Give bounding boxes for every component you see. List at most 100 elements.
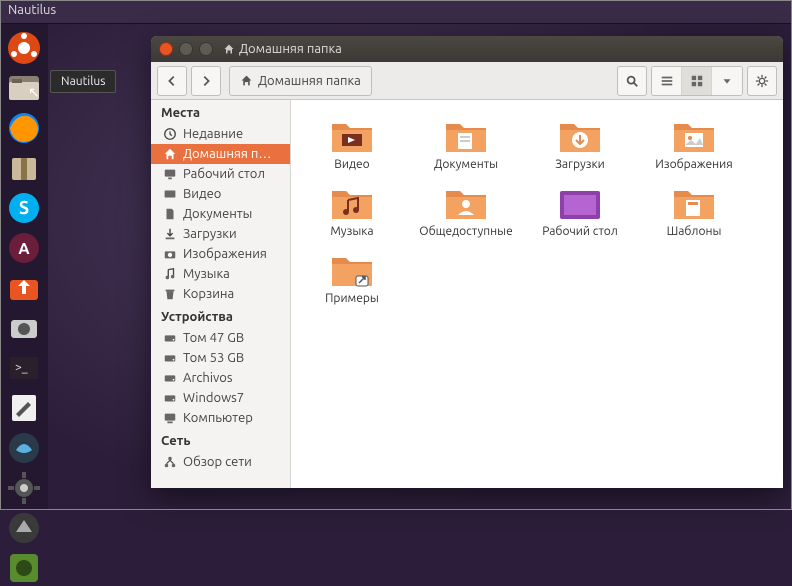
network-icon	[163, 455, 177, 469]
launcher-updates[interactable]: A	[4, 230, 44, 266]
launcher-firefox[interactable]	[4, 110, 44, 146]
view-mode-group	[651, 66, 743, 96]
sidebar-item-label: Музыка	[183, 267, 230, 281]
folder-video[interactable]: Видео	[305, 114, 399, 171]
sidebar-item-computer[interactable]: Компьютер	[151, 408, 290, 428]
folder-icon	[670, 181, 718, 221]
sidebar-item-drive[interactable]: Windows7	[151, 388, 290, 408]
launcher-settings[interactable]	[4, 470, 44, 506]
launcher-screenshot[interactable]	[4, 310, 44, 346]
folder-label: Видео	[334, 158, 369, 171]
launcher-dash[interactable]	[4, 30, 44, 66]
sidebar: Места Недавние Домашняя п… Рабочий стол Вид…	[151, 100, 291, 488]
sidebar-item-label: Рабочий стол	[183, 167, 265, 181]
folder-download[interactable]: Загрузки	[533, 114, 627, 171]
sidebar-item-label: Недавние	[183, 127, 243, 141]
folder-label: Общедоступные	[419, 225, 512, 238]
sidebar-header-network: Сеть	[151, 428, 290, 452]
folder-public[interactable]: Общедоступные	[419, 181, 513, 238]
search-button[interactable]	[617, 66, 647, 96]
drive-icon	[163, 351, 177, 365]
sidebar-item-music[interactable]: Музыка	[151, 264, 290, 284]
launcher-app-grey[interactable]	[4, 510, 44, 546]
launcher-editor[interactable]	[4, 390, 44, 426]
folder-image[interactable]: Изображения	[647, 114, 741, 171]
home-icon	[223, 43, 235, 55]
sidebar-item-camera[interactable]: Изображения	[151, 244, 290, 264]
home-icon	[240, 74, 253, 87]
forward-button[interactable]	[191, 66, 221, 96]
sidebar-item-download[interactable]: Загрузки	[151, 224, 290, 244]
folder-music[interactable]: Музыка	[305, 181, 399, 238]
doc-icon	[163, 207, 177, 221]
breadcrumb[interactable]: Домашняя папка	[229, 66, 372, 96]
sidebar-header-devices: Устройства	[151, 304, 290, 328]
window-close-button[interactable]	[159, 42, 173, 56]
sidebar-item-drive[interactable]: Том 47 GB	[151, 328, 290, 348]
folder-desktop[interactable]: Рабочий стол	[533, 181, 627, 238]
sidebar-item-clock[interactable]: Недавние	[151, 124, 290, 144]
drive-icon	[163, 331, 177, 345]
window-titlebar: Домашняя папка	[151, 36, 783, 62]
window-title: Домашняя папка	[223, 42, 342, 56]
view-grid-button[interactable]	[682, 67, 712, 95]
unity-launcher: S A >_	[0, 24, 48, 510]
toolbar: Домашняя папка	[151, 62, 783, 100]
view-list-button[interactable]	[652, 67, 682, 95]
sidebar-item-label: Windows7	[183, 391, 244, 405]
launcher-skype[interactable]: S	[4, 190, 44, 226]
nautilus-window: Домашняя папка Домашняя папка Места Неда…	[151, 36, 783, 488]
svg-text:S: S	[19, 198, 29, 218]
sidebar-item-trash[interactable]: Корзина	[151, 284, 290, 304]
folder-label: Примеры	[325, 292, 379, 305]
clock-icon	[163, 127, 177, 141]
sidebar-item-video[interactable]: Видео	[151, 184, 290, 204]
launcher-terminal[interactable]: >_	[4, 350, 44, 386]
sidebar-item-label: Видео	[183, 187, 221, 201]
computer-icon	[163, 411, 177, 425]
back-button[interactable]	[157, 66, 187, 96]
folder-label: Музыка	[330, 225, 373, 238]
sidebar-item-desktop[interactable]: Рабочий стол	[151, 164, 290, 184]
window-minimize-button[interactable]	[179, 42, 193, 56]
download-icon	[163, 227, 177, 241]
launcher-app-green[interactable]	[4, 550, 44, 586]
folder-label: Документы	[434, 158, 498, 171]
launcher-tooltip: Nautilus	[50, 70, 116, 93]
folder-icon	[556, 181, 604, 221]
view-dropdown-button[interactable]	[712, 67, 742, 95]
launcher-app-blue[interactable]	[4, 430, 44, 466]
folder-icon	[328, 181, 376, 221]
sidebar-item-drive[interactable]: Archivos	[151, 368, 290, 388]
folder-label: Изображения	[655, 158, 732, 171]
sidebar-header-places: Места	[151, 100, 290, 124]
folder-link[interactable]: Примеры	[305, 248, 399, 305]
folder-icon	[442, 114, 490, 154]
folder-doc[interactable]: Документы	[419, 114, 513, 171]
folder-icon	[328, 114, 376, 154]
camera-icon	[163, 247, 177, 261]
launcher-software[interactable]	[4, 270, 44, 306]
home-icon	[163, 147, 177, 161]
folder-template[interactable]: Шаблоны	[647, 181, 741, 238]
folder-icon	[328, 248, 376, 288]
folder-label: Рабочий стол	[542, 225, 618, 238]
video-icon	[163, 187, 177, 201]
window-maximize-button[interactable]	[199, 42, 213, 56]
sidebar-item-label: Компьютер	[183, 411, 253, 425]
sidebar-item-home[interactable]: Домашняя п…	[151, 144, 290, 164]
folder-label: Шаблоны	[667, 225, 722, 238]
sidebar-item-doc[interactable]: Документы	[151, 204, 290, 224]
folder-view[interactable]: Видео Документы Загрузки Изображения Музыка О…	[291, 100, 783, 488]
top-menubar: Nautilus	[0, 0, 792, 24]
window-title-text: Домашняя папка	[239, 42, 342, 56]
sidebar-item-label: Загрузки	[183, 227, 237, 241]
sidebar-item-network[interactable]: Обзор сети	[151, 452, 290, 472]
music-icon	[163, 267, 177, 281]
launcher-archive[interactable]	[4, 150, 44, 186]
menu-gear-button[interactable]	[747, 66, 777, 96]
sidebar-item-drive[interactable]: Том 53 GB	[151, 348, 290, 368]
folder-icon	[556, 114, 604, 154]
folder-icon	[442, 181, 490, 221]
sidebar-item-label: Корзина	[183, 287, 234, 301]
